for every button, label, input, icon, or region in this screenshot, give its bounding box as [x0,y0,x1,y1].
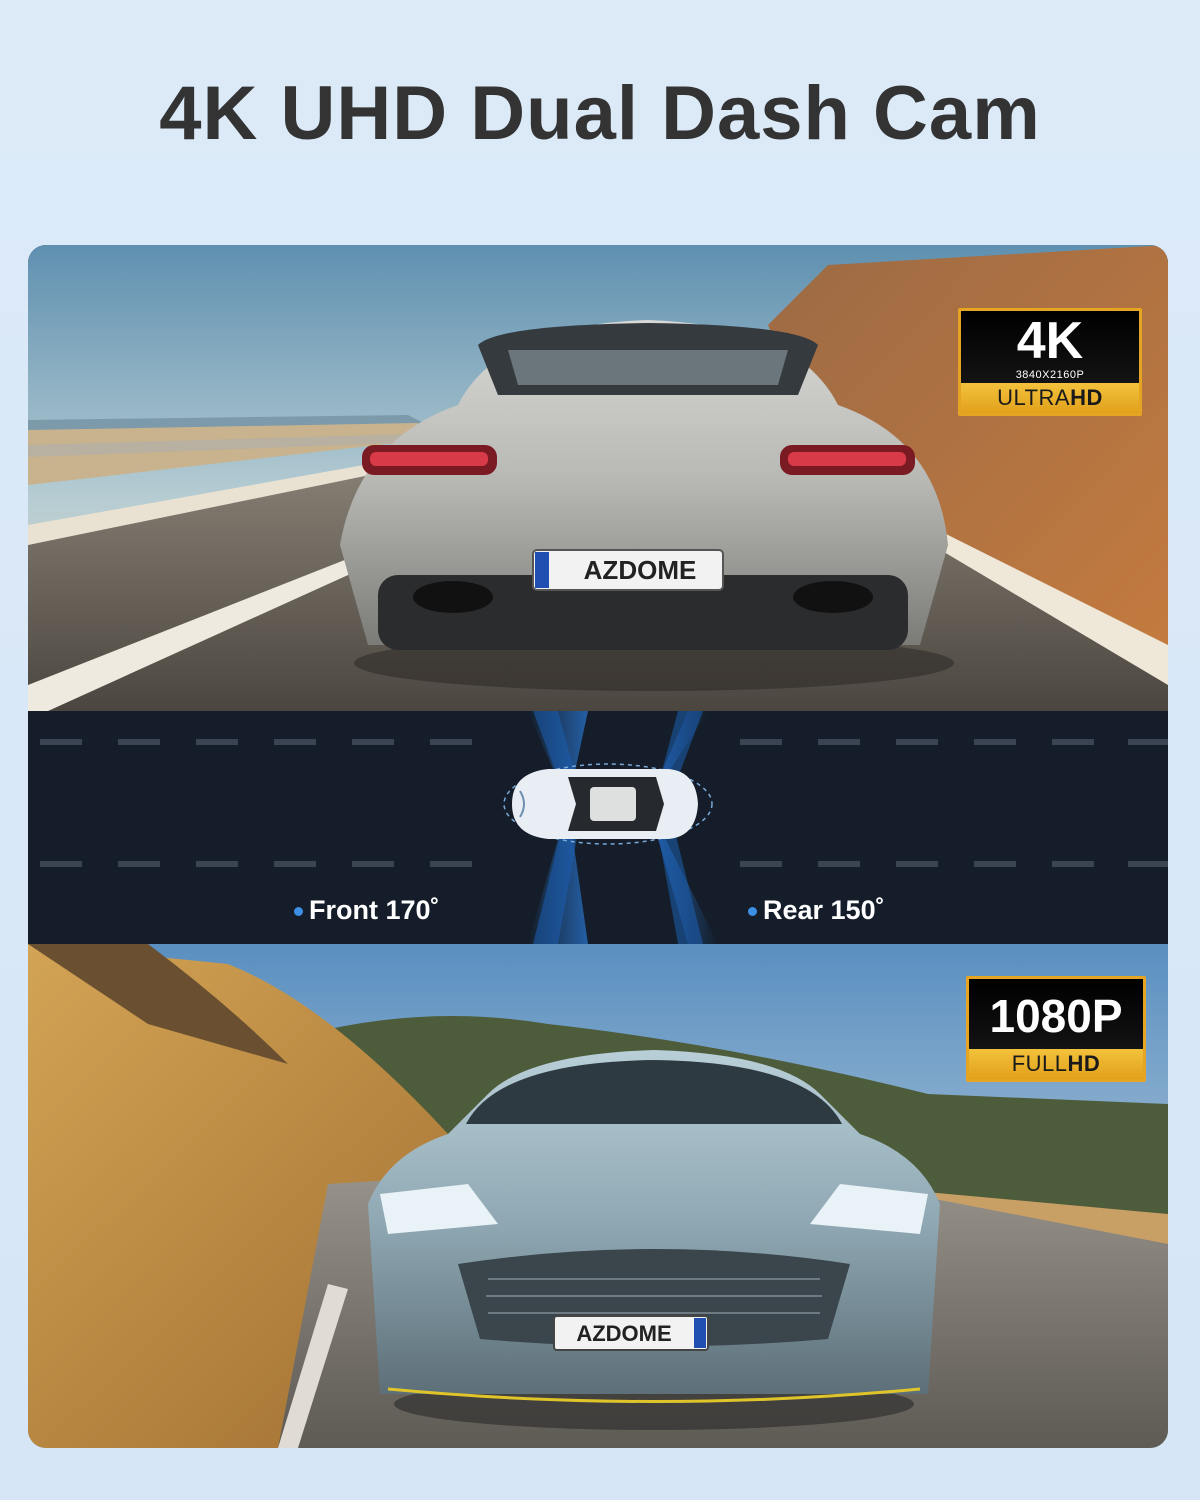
lane-dashes-top [40,739,1168,745]
bullet-dot-icon [294,907,303,917]
front-plate-text: AZDOME [584,555,697,585]
car-top-view-icon [503,763,713,845]
badge-4k-text: 4K [1016,312,1084,370]
badge-full-hd-strip: FULLHD [969,1049,1143,1079]
product-image-card: AZDOME 4K 3840X2160P ULTRAHD Front 170˚ … [28,245,1168,1448]
badge-ultra-hd-strip: ULTRAHD [961,383,1139,413]
front-camera-view: AZDOME 4K 3840X2160P ULTRAHD [28,245,1168,711]
front-angle-label: Front 170˚ [294,895,440,926]
4k-ultra-hd-badge: 4K 3840X2160P ULTRAHD [958,308,1142,416]
rear-camera-view: AZDOME 1080P FULLHD [28,944,1168,1448]
lane-dashes-bottom [40,861,1168,867]
page-title: 4K UHD Dual Dash Cam [159,71,1041,156]
1080p-full-hd-badge: 1080P FULLHD [966,976,1146,1082]
badge-resolution-text: 3840X2160P [1015,369,1085,381]
rear-angle-label: Rear 150˚ [748,895,885,926]
bullet-dot-icon [748,907,757,917]
badge-1080p-text: 1080P [989,990,1123,1042]
rear-plate-text: AZDOME [576,1321,671,1346]
field-of-view-diagram: Front 170˚ Rear 150˚ [28,711,1168,944]
